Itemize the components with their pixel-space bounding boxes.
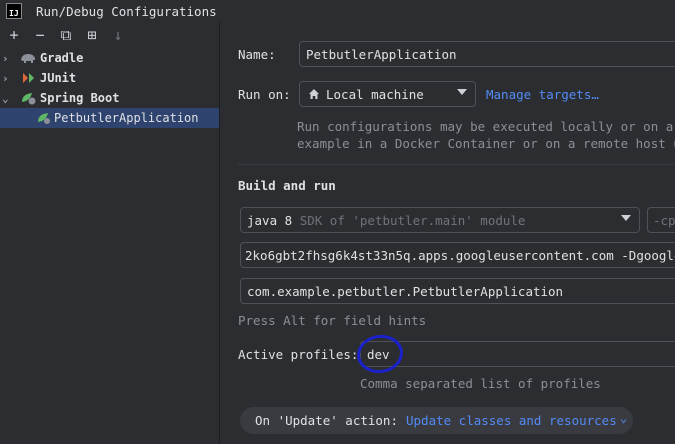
gradle-elephant-icon xyxy=(20,51,36,65)
active-profiles-label: Active profiles: xyxy=(238,347,359,362)
classpath-select[interactable]: -cp xyxy=(647,207,675,233)
tree-item-label: JUnit xyxy=(40,71,77,85)
manage-targets-link[interactable]: Manage targets… xyxy=(486,87,599,102)
run-on-hint-line-2: example in a Docker Container or on a re… xyxy=(297,136,675,151)
main-class-input[interactable]: com.example.petbutler.PetbutlerApplicati… xyxy=(240,278,675,304)
run-on-label: Run on: xyxy=(238,87,291,102)
chevron-down-icon xyxy=(621,215,631,221)
configurations-sidebar: + − ⧉ ⊞ ↓ › Gradle › JUnit ⌄ Spring Boot… xyxy=(0,22,220,444)
divider xyxy=(238,164,675,165)
tree-item-junit[interactable]: › JUnit xyxy=(0,68,219,88)
window-title: Run/Debug Configurations xyxy=(36,3,217,19)
move-to-folder-button[interactable]: ⊞ xyxy=(82,25,102,45)
classpath-placeholder: -cp xyxy=(653,212,675,228)
chevron-right-icon[interactable]: › xyxy=(2,72,14,85)
tree-item-spring-boot[interactable]: ⌄ Spring Boot xyxy=(0,88,219,108)
chevron-down-icon xyxy=(457,89,467,95)
jdk-select[interactable]: java 8 SDK of 'petbutler.main' module xyxy=(240,207,640,233)
spring-boot-config-icon xyxy=(36,111,52,125)
profiles-hint-text: Comma separated list of profiles xyxy=(360,376,601,391)
add-configuration-button[interactable]: + xyxy=(4,25,24,45)
tree-item-label: Gradle xyxy=(40,51,84,65)
field-hints-text: Press Alt for field hints xyxy=(238,313,427,328)
update-action-value[interactable]: Update classes and resources xyxy=(406,413,617,428)
tree-item-gradle[interactable]: › Gradle xyxy=(0,48,219,68)
update-action-pill[interactable]: On 'Update' action: Update classes and r… xyxy=(240,407,633,434)
intellij-app-icon: IJ xyxy=(6,3,22,19)
copy-configuration-button[interactable]: ⧉ xyxy=(56,25,76,45)
remove-configuration-button[interactable]: − xyxy=(30,25,50,45)
title-bar: IJ Run/Debug Configurations xyxy=(0,0,675,22)
chevron-down-icon[interactable]: ⌄ xyxy=(620,410,628,425)
build-and-run-heading: Build and run xyxy=(238,178,336,193)
active-profiles-input[interactable]: dev xyxy=(360,341,675,367)
sidebar-toolbar: + − ⧉ ⊞ ↓ xyxy=(0,22,219,48)
sort-configurations-button[interactable]: ↓ xyxy=(108,25,128,45)
tree-item-label: PetbutlerApplication xyxy=(54,111,199,125)
chevron-right-icon[interactable]: › xyxy=(2,52,14,65)
update-action-label: On 'Update' action: xyxy=(255,413,398,428)
run-on-hint-line-1: Run configurations may be executed local… xyxy=(297,119,675,134)
run-on-value: Local machine xyxy=(326,86,424,102)
jdk-description: SDK of 'petbutler.main' module xyxy=(299,212,526,228)
home-icon xyxy=(308,88,320,100)
name-label: Name: xyxy=(238,47,276,62)
junit-icon xyxy=(20,71,36,85)
run-on-select[interactable]: Local machine xyxy=(299,81,476,107)
name-input[interactable]: PetbutlerApplication xyxy=(299,41,675,67)
spring-boot-icon xyxy=(20,91,36,105)
tree-item-label: Spring Boot xyxy=(40,91,120,105)
jdk-version: java 8 xyxy=(247,212,293,228)
tree-item-petbutler-application[interactable]: PetbutlerApplication xyxy=(0,108,219,128)
vm-options-input[interactable]: 2ko6gbt2fhsg6k4st33n5q.apps.googleuserco… xyxy=(240,242,675,268)
chevron-down-icon[interactable]: ⌄ xyxy=(2,92,14,105)
